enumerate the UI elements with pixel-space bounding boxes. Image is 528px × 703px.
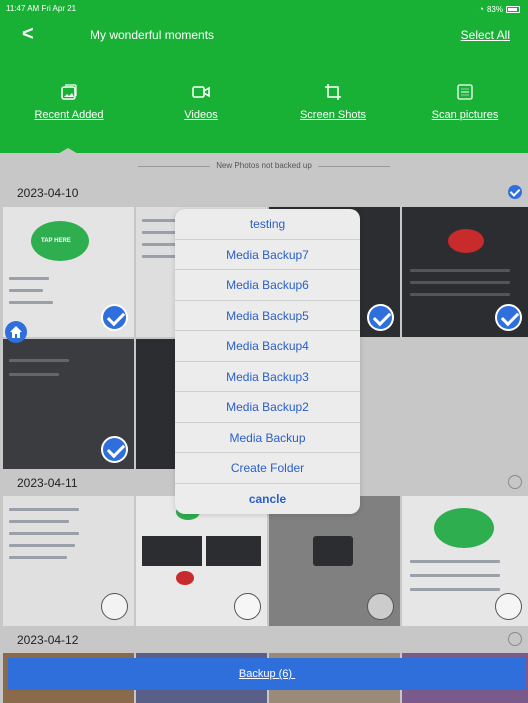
crop-icon: [325, 84, 341, 100]
photo-thumbnail[interactable]: [402, 496, 528, 626]
tab-label: Videos: [184, 109, 218, 121]
photo-thumbnail[interactable]: [402, 207, 528, 337]
date-group-header: 2023-04-10: [0, 180, 528, 206]
menu-option-media-backup6[interactable]: Media Backup6: [175, 270, 360, 301]
group-select-checkbox[interactable]: [508, 185, 522, 199]
photo-selected-check[interactable]: [367, 304, 394, 331]
thumb-text: TAP HERE: [41, 238, 71, 244]
photo-unselected-check[interactable]: [367, 593, 394, 620]
battery-percent: 83%: [486, 4, 503, 14]
not-backed-divider: New Photos not backed up: [0, 153, 528, 179]
battery-icon: [506, 5, 520, 13]
menu-option-create-folder[interactable]: Create Folder: [175, 453, 360, 484]
group-date: 2023-04-12: [17, 633, 79, 647]
group-date: 2023-04-11: [17, 476, 78, 490]
scan-icon: [457, 84, 473, 100]
tab-videos[interactable]: Videos: [146, 83, 256, 121]
page-title: My wonderful moments: [90, 28, 215, 42]
tab-label: Recent Added: [34, 109, 104, 121]
date-group-header: 2023-04-12: [0, 627, 528, 653]
status-time: 11:47 AM Fri Apr 21: [6, 4, 77, 13]
menu-option-testing[interactable]: testing: [175, 209, 360, 240]
group-select-checkbox[interactable]: [508, 475, 522, 489]
tab-scan-pictures[interactable]: Scan pictures: [410, 83, 520, 121]
tab-screen-shots[interactable]: Screen Shots: [278, 83, 388, 121]
menu-option-cancel[interactable]: cancle: [175, 484, 360, 515]
menu-option-media-backup7[interactable]: Media Backup7: [175, 240, 360, 270]
select-all-link[interactable]: Select All: [461, 28, 510, 42]
menu-option-media-backup3[interactable]: Media Backup3: [175, 362, 360, 392]
photo-unselected-check[interactable]: [495, 593, 522, 620]
backup-folder-menu: testing Media Backup7 Media Backup6 Medi…: [175, 209, 360, 514]
group-select-checkbox[interactable]: [508, 632, 522, 646]
photo-unselected-check[interactable]: [234, 593, 261, 620]
menu-option-media-backup5[interactable]: Media Backup5: [175, 301, 360, 331]
photo-selected-check[interactable]: [101, 304, 128, 331]
photo-selected-check[interactable]: [495, 304, 522, 331]
menu-option-media-backup2[interactable]: Media Backup2: [175, 392, 360, 423]
photo-thumbnail[interactable]: [3, 496, 134, 626]
photo-thumbnail[interactable]: [269, 496, 400, 626]
gallery-icon: [61, 84, 77, 100]
back-button[interactable]: <: [22, 24, 34, 44]
photo-selected-check[interactable]: [101, 436, 128, 463]
menu-option-media-backup[interactable]: Media Backup: [175, 423, 360, 453]
backup-button-label: Backup (6): [238, 668, 296, 680]
status-bar: 11:47 AM Fri Apr 21 ◔ 83%: [0, 0, 528, 17]
home-button[interactable]: [5, 321, 27, 343]
header: < My wonderful moments Select All Recent…: [0, 17, 528, 153]
app-screen: 11:47 AM Fri Apr 21 ◔ 83% < My wonderful…: [0, 0, 528, 703]
home-icon: [10, 326, 22, 338]
wifi-icon: ◔: [478, 4, 484, 14]
photo-thumbnail[interactable]: [136, 496, 267, 626]
tab-label: Screen Shots: [299, 109, 367, 121]
menu-option-media-backup4[interactable]: Media Backup4: [175, 331, 360, 362]
group-date: 2023-04-10: [17, 186, 79, 200]
photo-thumbnail[interactable]: TAP HERE: [3, 207, 134, 337]
photo-unselected-check[interactable]: [101, 593, 128, 620]
video-camera-icon: [192, 86, 210, 98]
photo-thumbnail[interactable]: [3, 339, 134, 469]
tab-recent-added[interactable]: Recent Added: [14, 83, 124, 121]
backup-button[interactable]: Backup (6): [8, 658, 526, 690]
tab-label: Scan pictures: [431, 109, 499, 121]
